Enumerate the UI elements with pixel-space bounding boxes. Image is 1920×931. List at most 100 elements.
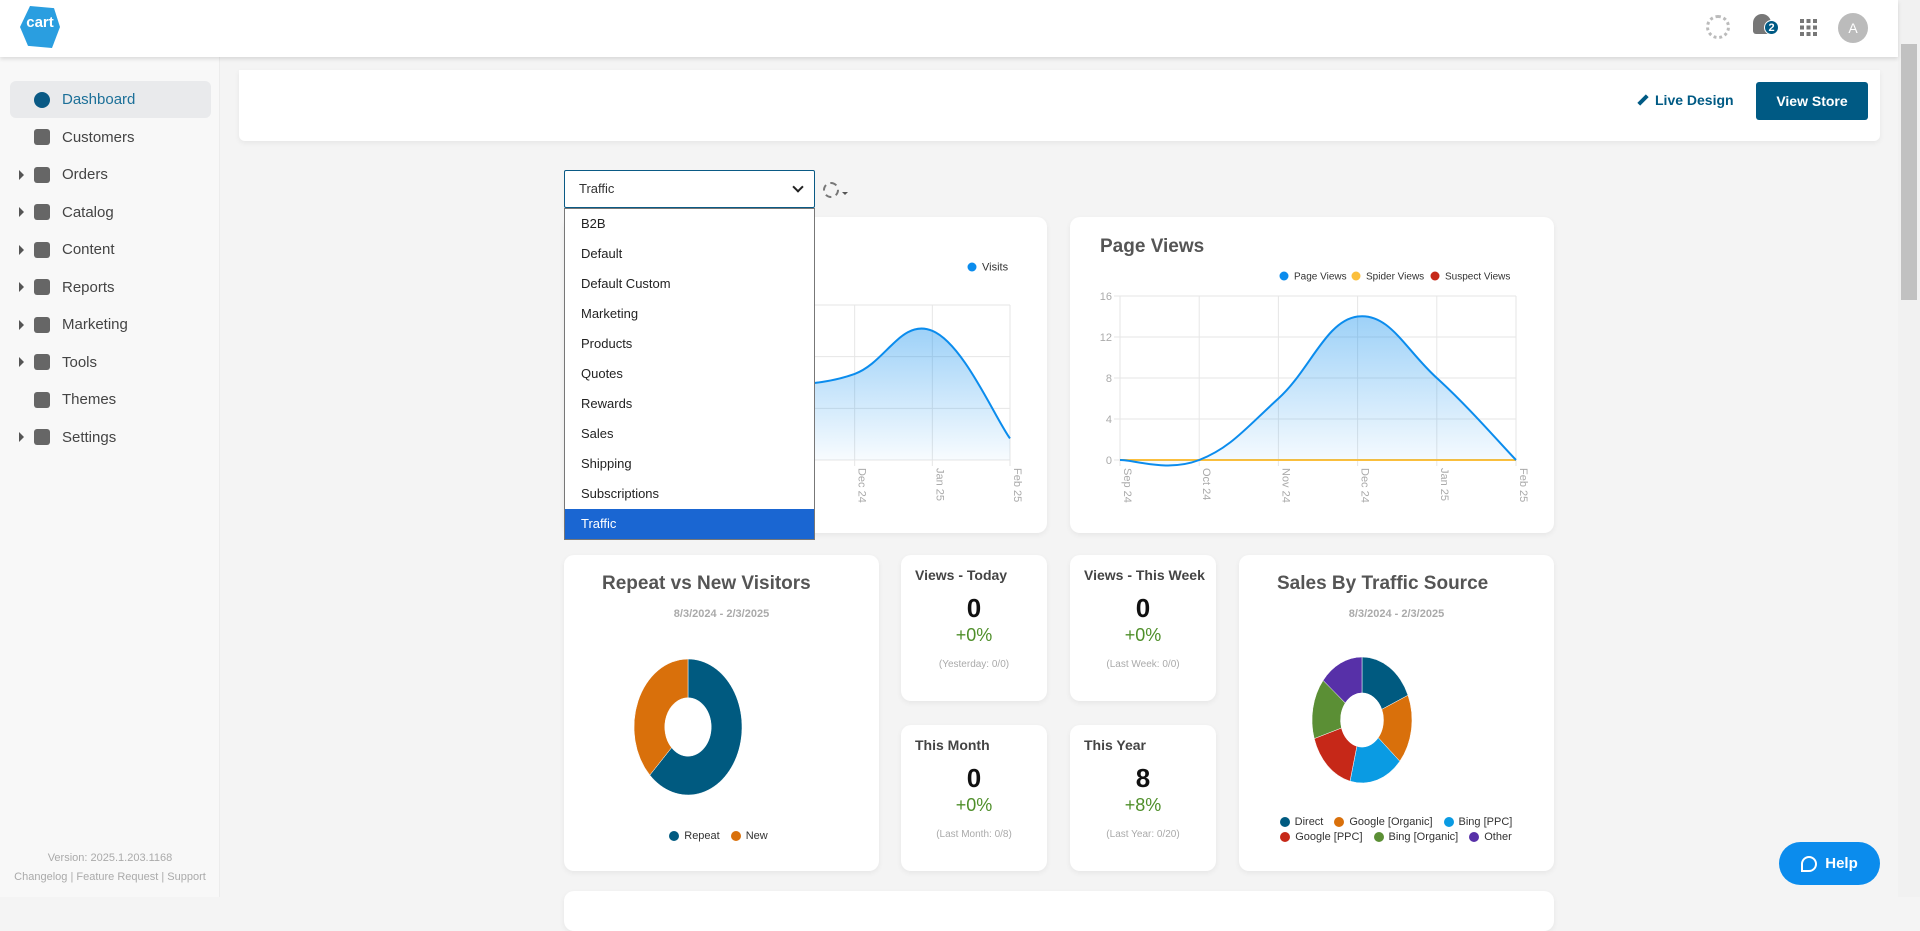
caret-down-icon [842,192,848,195]
legend-label: Google [Organic] [1349,816,1433,828]
caret-right-icon [19,357,24,367]
version-text: Version: 2025.1.203.1168 [47,852,173,864]
live-design-button[interactable]: Live Design [1637,92,1734,108]
y-tick-label: 12 [1100,332,1112,344]
sidebar-item-content[interactable]: Content [10,231,211,268]
stat-change: +8% [1124,795,1162,815]
legend-item: Bing [Organic] [1373,831,1459,843]
legend-item: Direct [1279,816,1324,828]
bottom-card [564,891,1554,931]
sidebar-item-marketing[interactable]: Marketing [10,306,211,343]
file-icon [32,277,52,297]
sidebar: Dashboard Customers Orders Catalog Content Re… [0,57,220,897]
option-default[interactable]: Default [565,239,814,269]
feature-request-link[interactable]: Feature Request [76,871,158,883]
tools-icon [32,352,52,372]
users-icon [32,127,52,147]
scrollbar[interactable] [1898,0,1920,897]
view-store-button[interactable]: View Store [1756,82,1868,120]
sidebar-item-themes[interactable]: Themes [10,381,211,418]
y-tick-label: 4 [1106,414,1112,426]
dashboard-select[interactable]: Traffic [564,170,815,208]
stat-title: This Month [915,737,990,753]
page-views-card: Page Views Sep 24 Oct 24 Nov 24 Dec 24 Jan 2… [1070,217,1554,533]
toolbar-panel: Live Design View Store [239,70,1880,141]
option-quotes[interactable]: Quotes [565,359,814,389]
stat-title: Views - This Week [1084,567,1205,583]
option-sales[interactable]: Sales [565,419,814,449]
support-link[interactable]: Support [167,871,206,883]
legend-label: Google [PPC] [1295,831,1363,843]
sidebar-item-customers[interactable]: Customers [10,119,211,156]
stat-comparison: (Last Month: 0/8) [936,829,1012,840]
legend-marker [1279,817,1290,827]
option-default-custom[interactable]: Default Custom [565,269,814,299]
x-tick-label: Dec 24 [856,468,868,503]
option-products[interactable]: Products [565,329,814,359]
sidebar-item-dashboard[interactable]: Dashboard [10,81,211,118]
y-tick-label: 0 [1106,455,1112,467]
legend-marker [1351,271,1361,281]
option-subscriptions[interactable]: Subscriptions [565,479,814,509]
sidebar-item-settings[interactable]: Settings [10,419,211,456]
option-traffic[interactable]: Traffic [565,509,814,539]
sidebar-item-tools[interactable]: Tools [10,344,211,381]
dashboard-settings-gear-icon[interactable] [823,182,839,198]
x-tick-label: Dec 24 [1359,468,1371,503]
legend-label: Bing [PPC] [1458,816,1513,828]
series-area [1120,316,1516,466]
avatar[interactable]: A [1838,13,1868,43]
changelog-link[interactable]: Changelog [14,871,67,883]
paintbrush-icon [1637,94,1649,106]
y-tick-label: 16 [1100,291,1112,303]
cart-icon [32,165,52,185]
legend: Direct Google [Organic] Bing [PPC] Google [… [1269,816,1529,843]
option-shipping[interactable]: Shipping [565,449,814,479]
stat-comparison: (Last Year: 0/20) [1106,829,1180,840]
sidebar-item-reports[interactable]: Reports [10,269,211,306]
sidebar-item-catalog[interactable]: Catalog [10,194,211,231]
sidebar-item-orders[interactable]: Orders [10,156,211,193]
apps-grid-icon[interactable] [1800,19,1817,36]
legend-marker [967,262,977,272]
stat-value: 8 [1135,763,1151,793]
legend-marker [730,831,741,841]
legend: Repeat New [564,830,879,842]
legend-label: New [745,830,768,842]
x-tick-label: Sep 24 [1121,468,1133,503]
legend-label: Direct [1294,816,1324,828]
legend-marker [1280,832,1291,842]
option-b2b[interactable]: B2B [565,209,814,239]
legend-label: Other [1484,831,1512,843]
option-marketing[interactable]: Marketing [565,299,814,329]
cart-logo[interactable]: cart [20,6,60,48]
legend-marker [1430,271,1440,281]
stat-change: +0% [955,795,993,815]
legend-item: Other [1469,831,1512,843]
chart-icon [32,315,52,335]
scrollbar-thumb[interactable] [1901,44,1917,300]
y-tick-label: 8 [1106,373,1112,385]
chevron-down-icon [792,181,804,193]
legend-label: Spider Views [1366,272,1424,283]
option-rewards[interactable]: Rewards [565,389,814,419]
legend-marker [1373,832,1384,842]
chat-bubble-icon [1801,855,1818,872]
page-views-chart: Sep 24 Oct 24 Nov 24 Dec 24 Jan 25 Feb 25 0 4 8 1… [1100,271,1529,503]
legend-label: Bing [Organic] [1388,831,1459,843]
x-tick-label: Jan 25 [1438,468,1450,501]
themes-icon [32,390,52,410]
stat-comparison: (Last Week: 0/0) [1106,659,1180,670]
repeat-vs-new-card: Repeat vs New Visitors 8/3/2024 - 2/3/20… [564,555,879,871]
caret-right-icon [19,207,24,217]
x-tick-label: Feb 25 [1011,468,1023,502]
legend-label: Visits [982,262,1009,274]
stat-title: Views - Today [915,567,1008,583]
x-tick-label: Oct 24 [1200,468,1212,500]
stat-title: This Year [1084,737,1147,753]
footer-links: Changelog | Feature Request | Support [14,871,206,883]
x-tick-label: Feb 25 [1517,468,1529,502]
notifications-badge: 2 [1764,20,1779,35]
dashboard-icon [32,90,52,110]
help-button[interactable]: Help [1779,842,1880,885]
